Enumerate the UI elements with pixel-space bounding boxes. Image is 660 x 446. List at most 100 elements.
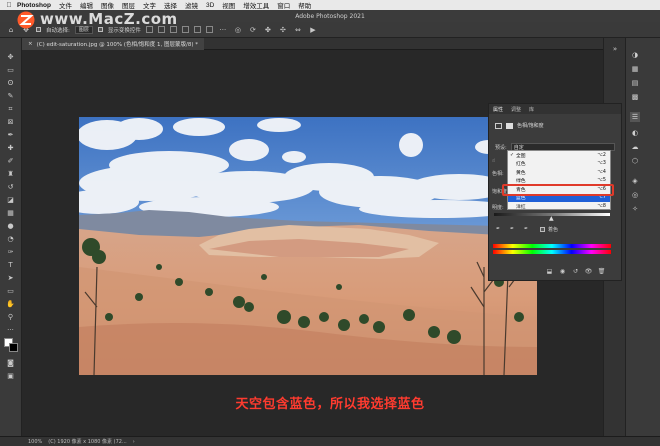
view-previous-icon[interactable]: ◉ bbox=[559, 268, 566, 275]
document-tab-bar: × (C) edit-saturation.jpg @ 100% (色相/饱和度… bbox=[22, 38, 603, 50]
align-bottom-icon[interactable] bbox=[205, 26, 213, 33]
channel-dropdown[interactable]: ✓ 全图 ⌥2 红色 ⌥3 黄色 ⌥4 绿色 ⌥5 青色 ⌥6 蓝色 ⌥7 洋红… bbox=[507, 150, 611, 210]
video-camera-icon[interactable]: ▶ bbox=[308, 25, 318, 35]
more-tools-icon[interactable]: ··· bbox=[5, 325, 16, 335]
menu-window[interactable]: 窗口 bbox=[277, 0, 290, 10]
lightness-label: 明度: bbox=[492, 205, 504, 211]
menu-layer[interactable]: 图层 bbox=[122, 0, 135, 10]
annotation-highlight-box bbox=[502, 184, 614, 196]
styles-icon[interactable]: ⬡ bbox=[630, 156, 640, 166]
dropdown-item[interactable]: 洋红 ⌥8 bbox=[508, 202, 610, 211]
path-select-icon[interactable]: ➤ bbox=[5, 273, 16, 283]
dropdown-item-shortcut: ⌥7 bbox=[597, 195, 606, 201]
menu-filter[interactable]: 滤镜 bbox=[185, 0, 198, 10]
lasso-icon[interactable]: ʘ bbox=[5, 78, 16, 88]
document-info[interactable]: (C) 1920 像素 x 1080 像素 (72... bbox=[48, 438, 126, 445]
menu-app-name[interactable]: Photoshop bbox=[17, 2, 51, 9]
status-menu-icon[interactable]: › bbox=[133, 439, 135, 445]
mask-icon[interactable] bbox=[506, 122, 513, 129]
properties-icon[interactable]: ☰ bbox=[630, 112, 640, 122]
adjustments-icon[interactable]: ◐ bbox=[630, 128, 640, 138]
channels-icon[interactable]: ◎ bbox=[630, 190, 640, 200]
dropdown-item[interactable]: ✓ 全图 ⌥2 bbox=[508, 151, 610, 160]
menu-view[interactable]: 视图 bbox=[222, 0, 235, 10]
delete-icon[interactable]: 🗑 bbox=[598, 268, 606, 275]
reset-icon[interactable]: ↺ bbox=[572, 268, 579, 275]
menu-select[interactable]: 选择 bbox=[164, 0, 177, 10]
paths-icon[interactable]: ✧ bbox=[630, 204, 640, 214]
align-top-icon[interactable] bbox=[181, 26, 189, 33]
menu-3d[interactable]: 3D bbox=[206, 2, 214, 9]
quick-select-icon[interactable]: ✎ bbox=[5, 91, 16, 101]
screen-mode-icon[interactable]: ▣ bbox=[5, 371, 16, 381]
frame-icon[interactable]: ⊠ bbox=[5, 117, 16, 127]
shape-icon[interactable]: ▭ bbox=[5, 286, 16, 296]
color-icon[interactable]: ◑ bbox=[630, 50, 640, 60]
window-title: Adobe Photoshop 2021 bbox=[295, 12, 365, 20]
eraser-icon[interactable]: ◪ bbox=[5, 195, 16, 205]
tab-libraries[interactable]: 库 bbox=[529, 106, 534, 113]
3d-roll-icon[interactable]: ✤ bbox=[263, 25, 273, 35]
gradients-icon[interactable]: ▤ bbox=[630, 78, 640, 88]
menu-image[interactable]: 图像 bbox=[101, 0, 114, 10]
3d-rotate-icon[interactable]: ⟳ bbox=[248, 25, 258, 35]
menu-file[interactable]: 文件 bbox=[59, 0, 72, 10]
history-brush-icon[interactable]: ↺ bbox=[5, 182, 16, 192]
slider-thumb-icon[interactable]: ▲ bbox=[549, 215, 554, 222]
canvas-photo[interactable] bbox=[79, 117, 537, 375]
blur-icon[interactable]: ● bbox=[5, 221, 16, 231]
menu-plugins[interactable]: 增效工具 bbox=[243, 0, 269, 10]
3d-pan-icon[interactable]: ✣ bbox=[278, 25, 288, 35]
3d-slide-icon[interactable]: ⇔ bbox=[293, 25, 303, 35]
background-color-swatch[interactable] bbox=[9, 343, 18, 352]
hand-icon[interactable]: ✋ bbox=[5, 299, 16, 309]
layers-icon[interactable]: ◈ bbox=[630, 176, 640, 186]
tab-adjustments[interactable]: 调整 bbox=[511, 106, 521, 113]
colorize-checkbox[interactable] bbox=[540, 227, 545, 232]
document-tab[interactable]: × (C) edit-saturation.jpg @ 100% (色相/饱和度… bbox=[22, 38, 205, 50]
menu-help[interactable]: 帮助 bbox=[298, 0, 311, 10]
dropdown-item-shortcut: ⌥2 bbox=[597, 152, 606, 158]
move-icon[interactable]: ✥ bbox=[5, 52, 16, 62]
dodge-icon[interactable]: ◔ bbox=[5, 234, 16, 244]
brush-icon[interactable]: ✐ bbox=[5, 156, 16, 166]
libraries-icon[interactable]: ☁ bbox=[630, 142, 640, 152]
menu-type[interactable]: 文字 bbox=[143, 0, 156, 10]
zoom-icon[interactable]: ⚲ bbox=[5, 312, 16, 322]
checkmark-icon: ✓ bbox=[510, 152, 515, 158]
menu-edit[interactable]: 编辑 bbox=[80, 0, 93, 10]
panel-menu-icon[interactable]: » bbox=[610, 44, 620, 54]
dropdown-item[interactable]: 红色 ⌥3 bbox=[508, 160, 610, 169]
zoom-level[interactable]: 100% bbox=[28, 439, 42, 445]
marquee-icon[interactable]: ▭ bbox=[5, 65, 16, 75]
swatches-icon[interactable]: ▦ bbox=[630, 64, 640, 74]
clip-to-layer-icon[interactable]: ⬓ bbox=[546, 268, 553, 275]
gradient-icon[interactable]: ▦ bbox=[5, 208, 16, 218]
properties-footer: ⬓ ◉ ↺ 👁 🗑 bbox=[546, 268, 606, 275]
eyedropper-sample-icon[interactable]: ✒ bbox=[496, 226, 500, 232]
more-options-icon[interactable]: ··· bbox=[218, 25, 228, 35]
tab-properties[interactable]: 属性 bbox=[493, 106, 503, 113]
eyedropper-icon[interactable]: ✒ bbox=[5, 130, 16, 140]
adjustment-title: 色相/饱和度 bbox=[517, 123, 544, 129]
home-icon[interactable]: ⌂ bbox=[6, 25, 16, 35]
healing-icon[interactable]: ✚ bbox=[5, 143, 16, 153]
preset-label: 预设: bbox=[495, 144, 507, 151]
stamp-icon[interactable]: ♜ bbox=[5, 169, 16, 179]
3d-mode-icon[interactable]: ◎ bbox=[233, 25, 243, 35]
hand-adjust-icon[interactable]: ☝ bbox=[492, 158, 495, 164]
color-range-bar-top bbox=[493, 244, 611, 248]
dropdown-item-label: 全图 bbox=[516, 153, 526, 159]
visibility-icon[interactable]: 👁 bbox=[585, 268, 593, 275]
align-middle-icon[interactable] bbox=[193, 26, 201, 33]
apple-icon[interactable]:  bbox=[5, 1, 13, 9]
dropdown-item[interactable]: 黄色 ⌥4 bbox=[508, 168, 610, 177]
type-icon[interactable]: T bbox=[5, 260, 16, 270]
eyedropper-subtract-icon[interactable]: ✒ bbox=[524, 226, 528, 232]
eyedropper-add-icon[interactable]: ✒ bbox=[510, 226, 514, 232]
document-tab-close-icon[interactable]: × bbox=[28, 41, 33, 47]
quick-mask-icon[interactable]: ◙ bbox=[5, 358, 16, 368]
crop-icon[interactable]: ⌗ bbox=[5, 104, 16, 114]
pen-icon[interactable]: ✑ bbox=[5, 247, 16, 257]
patterns-icon[interactable]: ▩ bbox=[630, 92, 640, 102]
